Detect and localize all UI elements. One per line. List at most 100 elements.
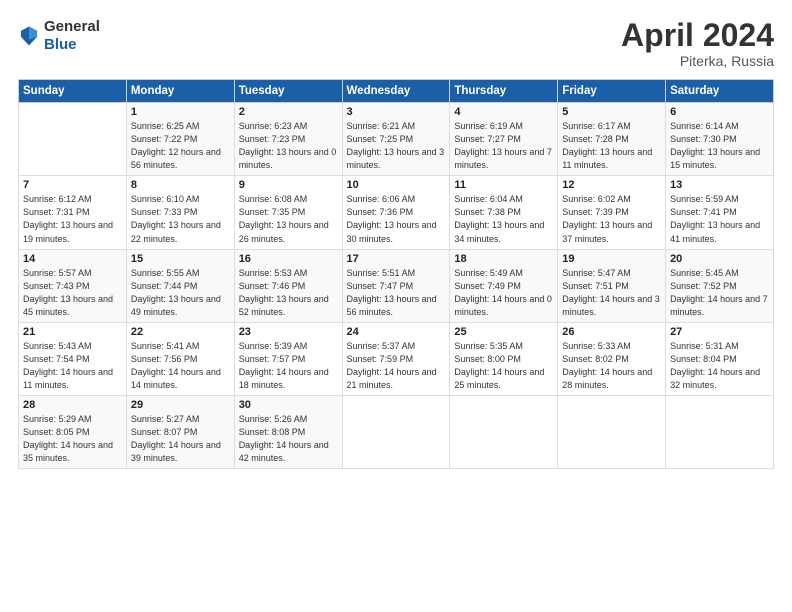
day-info: Sunrise: 6:25 AM Sunset: 7:22 PM Dayligh… <box>131 120 230 172</box>
day-cell: 25Sunrise: 5:35 AM Sunset: 8:00 PM Dayli… <box>450 322 558 395</box>
day-cell <box>342 395 450 468</box>
day-number: 12 <box>562 179 661 191</box>
day-info: Sunrise: 6:19 AM Sunset: 7:27 PM Dayligh… <box>454 120 553 172</box>
logo-blue: Blue <box>44 36 77 53</box>
day-number: 10 <box>347 179 446 191</box>
day-cell <box>19 103 127 176</box>
col-sunday: Sunday <box>19 80 127 103</box>
day-cell: 20 Sunrise: 5:45 AM Sunset: 7:52 PM Dayli… <box>666 249 774 322</box>
day-number: 18 <box>454 253 553 265</box>
day-number: 14 <box>23 253 122 265</box>
logo-text: General Blue <box>44 18 100 54</box>
day-cell: 22 Sunrise: 5:41 AM Sunset: 7:56 PM Dayli… <box>126 322 234 395</box>
day-info: Sunrise: 5:27 AM Sunset: 8:07 PM Dayligh… <box>131 413 230 465</box>
day-info: Sunrise: 6:12 AM Sunset: 7:31 PM Dayligh… <box>23 193 122 245</box>
col-saturday: Saturday <box>666 80 774 103</box>
day-info: Sunrise: 6:08 AM Sunset: 7:35 PM Dayligh… <box>239 193 338 245</box>
title-block: April 2024 Piterka, Russia <box>621 18 774 69</box>
day-number: 4 <box>454 106 553 118</box>
day-cell: 13 Sunrise: 5:59 AM Sunset: 7:41 PM Dayli… <box>666 176 774 249</box>
day-info: Sunrise: 5:26 AM Sunset: 8:08 PM Dayligh… <box>239 413 338 465</box>
day-info: Sunrise: 5:35 AM Sunset: 8:00 PM Dayligh… <box>454 340 553 392</box>
week-row-2: 7Sunrise: 6:12 AM Sunset: 7:31 PM Daylig… <box>19 176 774 249</box>
day-number: 17 <box>347 253 446 265</box>
day-number: 2 <box>239 106 338 118</box>
day-info: Sunrise: 6:06 AM Sunset: 7:36 PM Dayligh… <box>347 193 446 245</box>
calendar-header-row: Sunday Monday Tuesday Wednesday Thursday… <box>19 80 774 103</box>
day-cell: 19Sunrise: 5:47 AM Sunset: 7:51 PM Dayli… <box>558 249 666 322</box>
day-info: Sunrise: 6:21 AM Sunset: 7:25 PM Dayligh… <box>347 120 446 172</box>
logo: General Blue <box>18 18 100 54</box>
day-number: 16 <box>239 253 338 265</box>
day-number: 1 <box>131 106 230 118</box>
day-number: 9 <box>239 179 338 191</box>
day-number: 21 <box>23 326 122 338</box>
day-info: Sunrise: 5:39 AM Sunset: 7:57 PM Dayligh… <box>239 340 338 392</box>
logo-icon <box>18 25 40 47</box>
day-number: 24 <box>347 326 446 338</box>
page: General Blue April 2024 Piterka, Russia … <box>0 0 792 612</box>
day-info: Sunrise: 6:04 AM Sunset: 7:38 PM Dayligh… <box>454 193 553 245</box>
day-cell: 1 Sunrise: 6:25 AM Sunset: 7:22 PM Daylig… <box>126 103 234 176</box>
day-cell: 9 Sunrise: 6:08 AM Sunset: 7:35 PM Daylig… <box>234 176 342 249</box>
day-number: 13 <box>670 179 769 191</box>
day-info: Sunrise: 5:41 AM Sunset: 7:56 PM Dayligh… <box>131 340 230 392</box>
day-cell: 24 Sunrise: 5:37 AM Sunset: 7:59 PM Dayli… <box>342 322 450 395</box>
day-cell: 27 Sunrise: 5:31 AM Sunset: 8:04 PM Dayli… <box>666 322 774 395</box>
day-info: Sunrise: 6:17 AM Sunset: 7:28 PM Dayligh… <box>562 120 661 172</box>
day-cell: 10 Sunrise: 6:06 AM Sunset: 7:36 PM Dayli… <box>342 176 450 249</box>
day-cell: 2Sunrise: 6:23 AM Sunset: 7:23 PM Daylig… <box>234 103 342 176</box>
day-cell: 17 Sunrise: 5:51 AM Sunset: 7:47 PM Dayli… <box>342 249 450 322</box>
col-friday: Friday <box>558 80 666 103</box>
week-row-4: 21 Sunrise: 5:43 AM Sunset: 7:54 PM Dayli… <box>19 322 774 395</box>
day-cell <box>558 395 666 468</box>
day-info: Sunrise: 5:55 AM Sunset: 7:44 PM Dayligh… <box>131 267 230 319</box>
day-cell: 5 Sunrise: 6:17 AM Sunset: 7:28 PM Daylig… <box>558 103 666 176</box>
day-cell <box>450 395 558 468</box>
logo-general: General <box>44 18 100 35</box>
day-cell: 29Sunrise: 5:27 AM Sunset: 8:07 PM Dayli… <box>126 395 234 468</box>
day-number: 19 <box>562 253 661 265</box>
day-info: Sunrise: 5:37 AM Sunset: 7:59 PM Dayligh… <box>347 340 446 392</box>
day-info: Sunrise: 5:33 AM Sunset: 8:02 PM Dayligh… <box>562 340 661 392</box>
day-info: Sunrise: 5:45 AM Sunset: 7:52 PM Dayligh… <box>670 267 769 319</box>
day-cell: 16 Sunrise: 5:53 AM Sunset: 7:46 PM Dayli… <box>234 249 342 322</box>
day-info: Sunrise: 6:10 AM Sunset: 7:33 PM Dayligh… <box>131 193 230 245</box>
day-cell: 4 Sunrise: 6:19 AM Sunset: 7:27 PM Daylig… <box>450 103 558 176</box>
day-info: Sunrise: 5:51 AM Sunset: 7:47 PM Dayligh… <box>347 267 446 319</box>
day-cell: 11 Sunrise: 6:04 AM Sunset: 7:38 PM Dayli… <box>450 176 558 249</box>
week-row-3: 14Sunrise: 5:57 AM Sunset: 7:43 PM Dayli… <box>19 249 774 322</box>
day-number: 3 <box>347 106 446 118</box>
day-number: 8 <box>131 179 230 191</box>
day-info: Sunrise: 5:31 AM Sunset: 8:04 PM Dayligh… <box>670 340 769 392</box>
calendar-table: Sunday Monday Tuesday Wednesday Thursday… <box>18 79 774 469</box>
day-info: Sunrise: 6:02 AM Sunset: 7:39 PM Dayligh… <box>562 193 661 245</box>
day-number: 22 <box>131 326 230 338</box>
header: General Blue April 2024 Piterka, Russia <box>18 18 774 69</box>
day-cell: 21 Sunrise: 5:43 AM Sunset: 7:54 PM Dayli… <box>19 322 127 395</box>
col-monday: Monday <box>126 80 234 103</box>
day-number: 15 <box>131 253 230 265</box>
day-cell: 26 Sunrise: 5:33 AM Sunset: 8:02 PM Dayli… <box>558 322 666 395</box>
day-cell <box>666 395 774 468</box>
day-info: Sunrise: 6:14 AM Sunset: 7:30 PM Dayligh… <box>670 120 769 172</box>
day-cell: 18Sunrise: 5:49 AM Sunset: 7:49 PM Dayli… <box>450 249 558 322</box>
col-tuesday: Tuesday <box>234 80 342 103</box>
day-cell: 23Sunrise: 5:39 AM Sunset: 7:57 PM Dayli… <box>234 322 342 395</box>
day-number: 20 <box>670 253 769 265</box>
day-cell: 30 Sunrise: 5:26 AM Sunset: 8:08 PM Dayli… <box>234 395 342 468</box>
day-info: Sunrise: 5:59 AM Sunset: 7:41 PM Dayligh… <box>670 193 769 245</box>
day-number: 30 <box>239 399 338 411</box>
title-month: April 2024 <box>621 18 774 53</box>
day-cell: 28Sunrise: 5:29 AM Sunset: 8:05 PM Dayli… <box>19 395 127 468</box>
day-number: 6 <box>670 106 769 118</box>
day-number: 11 <box>454 179 553 191</box>
day-info: Sunrise: 5:53 AM Sunset: 7:46 PM Dayligh… <box>239 267 338 319</box>
day-number: 27 <box>670 326 769 338</box>
day-number: 26 <box>562 326 661 338</box>
day-cell: 14Sunrise: 5:57 AM Sunset: 7:43 PM Dayli… <box>19 249 127 322</box>
day-number: 5 <box>562 106 661 118</box>
day-cell: 8 Sunrise: 6:10 AM Sunset: 7:33 PM Daylig… <box>126 176 234 249</box>
day-cell: 7Sunrise: 6:12 AM Sunset: 7:31 PM Daylig… <box>19 176 127 249</box>
day-info: Sunrise: 5:43 AM Sunset: 7:54 PM Dayligh… <box>23 340 122 392</box>
